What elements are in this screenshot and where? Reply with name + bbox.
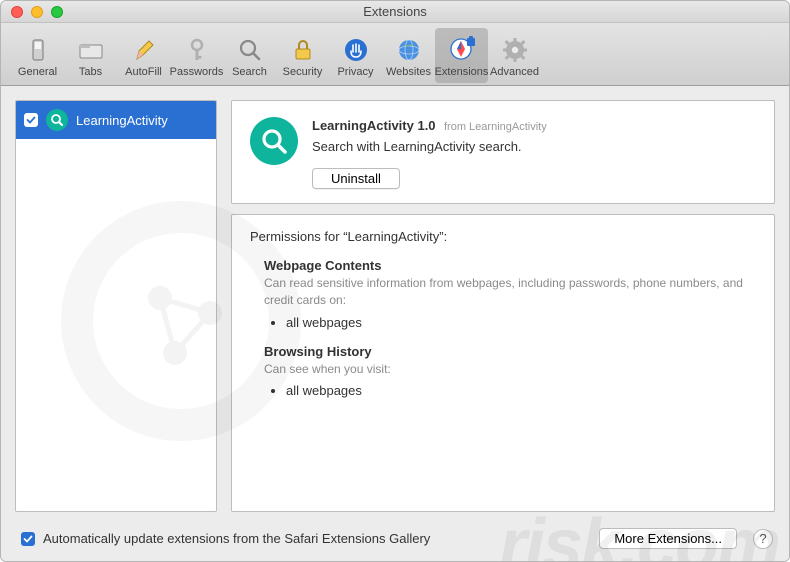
window-title: Extensions (1, 4, 789, 19)
permission-section-webpage-contents: Webpage Contents Can read sensitive info… (264, 258, 756, 330)
titlebar[interactable]: Extensions (1, 1, 789, 23)
pencil-icon (129, 35, 159, 65)
extensions-list[interactable]: LearningActivity (15, 100, 217, 512)
switch-icon (23, 35, 53, 65)
auto-update-checkbox[interactable] (21, 532, 35, 546)
key-icon (182, 35, 212, 65)
tab-search[interactable]: Search (223, 28, 276, 83)
extension-enable-checkbox[interactable] (24, 113, 38, 127)
auto-update-label: Automatically update extensions from the… (43, 531, 591, 546)
tab-tabs[interactable]: Tabs (64, 28, 117, 83)
permissions-box: Permissions for “LearningActivity”: Webp… (231, 214, 775, 512)
lock-icon (288, 35, 318, 65)
extension-author: from LearningActivity (444, 121, 547, 133)
extension-description: Search with LearningActivity search. (312, 139, 756, 154)
tab-general[interactable]: General (11, 28, 64, 83)
globe-icon (394, 35, 424, 65)
footer: Automatically update extensions from the… (1, 520, 789, 562)
tabs-icon (76, 35, 106, 65)
traffic-lights (11, 6, 63, 18)
tab-privacy[interactable]: Privacy (329, 28, 382, 83)
tab-websites[interactable]: Websites (382, 28, 435, 83)
extension-detail: LearningActivity 1.0 from LearningActivi… (231, 100, 775, 512)
preferences-toolbar: General Tabs AutoFill Passwords Search (1, 23, 789, 86)
magnifier-icon (250, 117, 298, 165)
minimize-window-button[interactable] (31, 6, 43, 18)
gear-icon (500, 35, 530, 65)
extension-row-learningactivity[interactable]: LearningActivity (16, 101, 216, 139)
hand-icon (341, 35, 371, 65)
tab-passwords[interactable]: Passwords (170, 28, 223, 83)
body: LearningActivity LearningActivity 1.0 fr… (1, 86, 789, 562)
puzzle-compass-icon (447, 35, 477, 65)
permission-item: all webpages (286, 315, 756, 330)
help-button[interactable]: ? (753, 529, 773, 549)
detail-header-box: LearningActivity 1.0 from LearningActivi… (231, 100, 775, 204)
uninstall-button[interactable]: Uninstall (312, 168, 400, 189)
tab-autofill[interactable]: AutoFill (117, 28, 170, 83)
tab-security[interactable]: Security (276, 28, 329, 83)
search-icon (235, 35, 265, 65)
extension-name: LearningActivity (76, 113, 168, 128)
close-window-button[interactable] (11, 6, 23, 18)
permission-section-browsing-history: Browsing History Can see when you visit:… (264, 344, 756, 399)
permissions-header: Permissions for “LearningActivity”: (250, 229, 756, 244)
magnifier-icon (46, 109, 68, 131)
permission-item: all webpages (286, 383, 756, 398)
extension-title: LearningActivity 1.0 (312, 118, 436, 133)
more-extensions-button[interactable]: More Extensions... (599, 528, 737, 549)
extensions-window: Extensions General Tabs AutoFill Passwor… (0, 0, 790, 562)
zoom-window-button[interactable] (51, 6, 63, 18)
tab-extensions[interactable]: Extensions (435, 28, 488, 83)
tab-advanced[interactable]: Advanced (488, 28, 541, 83)
